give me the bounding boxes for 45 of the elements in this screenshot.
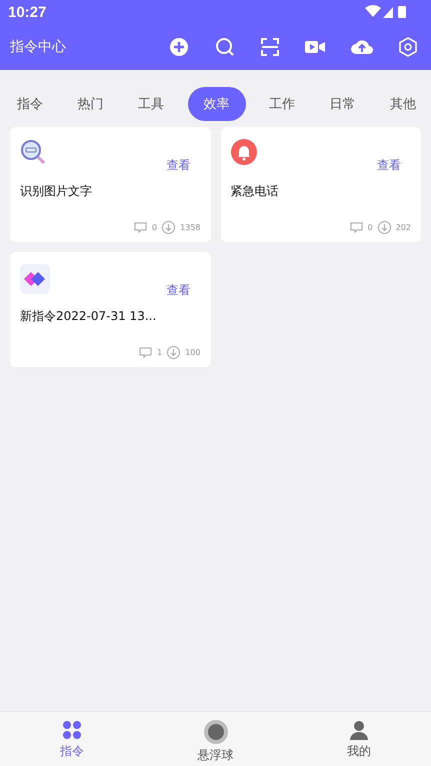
- ball-icon: [204, 720, 228, 744]
- command-card[interactable]: 查看 新指令2022-07-31 13... 1 100: [10, 252, 210, 367]
- download-count: 202: [396, 223, 411, 232]
- comment-count: 0: [152, 223, 158, 232]
- nav-tab[interactable]: 悬浮球: [144, 712, 288, 766]
- app-title: 指令中心: [10, 38, 66, 56]
- command-title: 紧急电话: [230, 183, 280, 200]
- magnifier-icon: [20, 139, 46, 165]
- category-tab[interactable]: 工作: [258, 88, 306, 120]
- command-card[interactable]: 查看 紧急电话 0 202: [220, 127, 421, 242]
- view-link[interactable]: 查看: [166, 157, 190, 174]
- comment-icon: [134, 222, 148, 233]
- command-card[interactable]: 查看 识别图片文字 0 1358: [10, 127, 210, 242]
- category-tab[interactable]: 热门: [66, 88, 114, 120]
- cloud-upload-icon[interactable]: [351, 38, 373, 56]
- comment-icon: [350, 222, 363, 233]
- settings-icon[interactable]: [399, 37, 417, 57]
- nav-tab[interactable]: 我的: [287, 712, 431, 766]
- download-count: 1358: [180, 223, 200, 232]
- category-tab[interactable]: 日常: [318, 88, 366, 120]
- download-count: 100: [185, 348, 200, 357]
- bell-icon: [230, 139, 256, 165]
- person-icon: [349, 720, 370, 740]
- add-icon[interactable]: [169, 37, 189, 57]
- comment-icon: [139, 347, 152, 358]
- download-icon: [162, 221, 176, 234]
- category-tab[interactable]: 其他: [379, 88, 427, 120]
- video-icon[interactable]: [305, 39, 325, 55]
- status-time: 10:27: [8, 4, 46, 20]
- comment-count: 1: [157, 348, 162, 357]
- download-icon: [378, 221, 391, 234]
- nav-tab[interactable]: 指令: [0, 712, 144, 766]
- comment-count: 0: [368, 223, 373, 232]
- diamonds-icon: [20, 264, 50, 294]
- search-icon[interactable]: [215, 37, 235, 57]
- grid-icon: [62, 720, 82, 740]
- command-title: 识别图片文字: [20, 183, 93, 200]
- view-link[interactable]: 查看: [166, 282, 190, 299]
- download-icon: [167, 346, 180, 359]
- command-title: 新指令2022-07-31 13...: [20, 308, 158, 325]
- category-tab[interactable]: 效率: [188, 87, 246, 121]
- scan-icon[interactable]: [261, 38, 279, 56]
- category-tab[interactable]: 指令: [6, 88, 54, 120]
- view-link[interactable]: 查看: [377, 157, 401, 174]
- category-tab[interactable]: 工具: [127, 88, 175, 120]
